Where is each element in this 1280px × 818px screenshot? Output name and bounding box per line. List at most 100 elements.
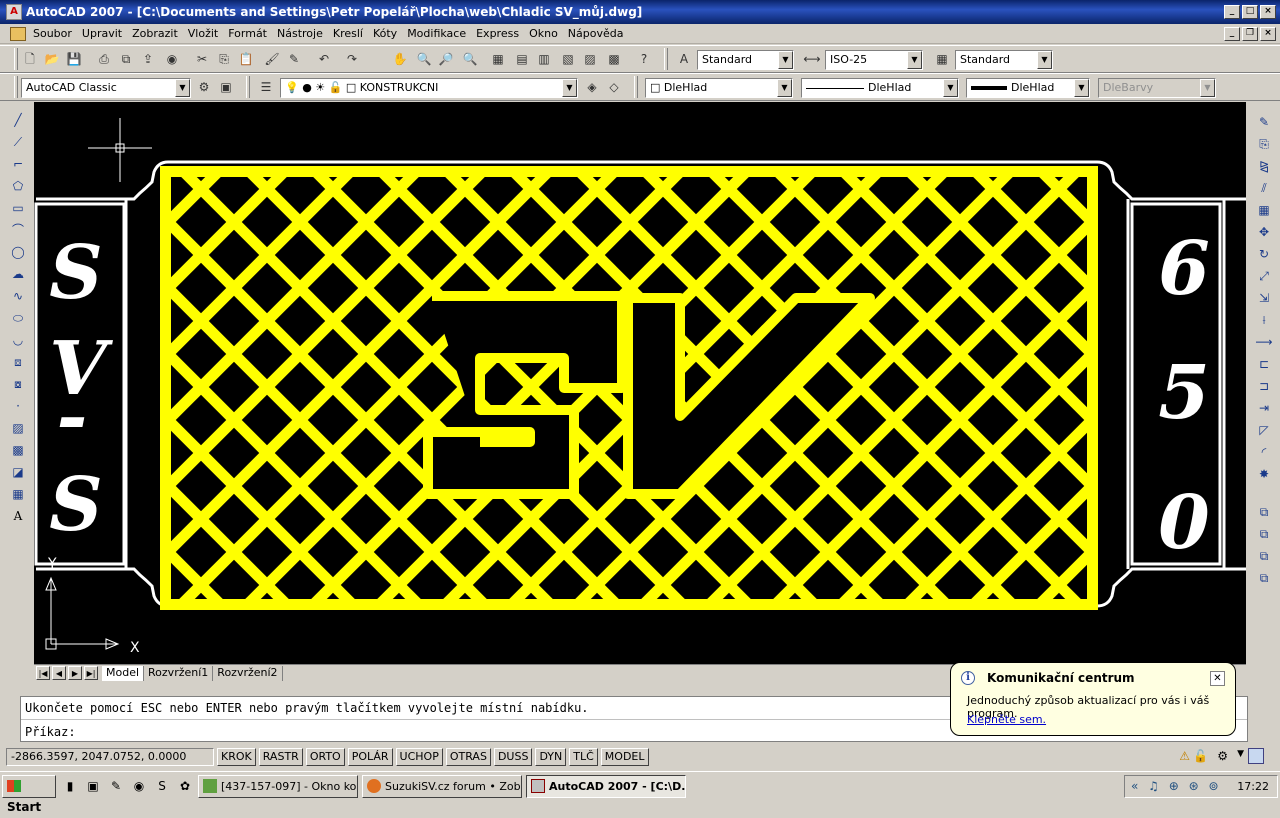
dyn-toggle[interactable]: DYN [535, 748, 567, 766]
properties-icon[interactable]: ▦ [488, 49, 508, 69]
quicklaunch-media-icon[interactable]: ◉ [130, 777, 148, 795]
redo-icon[interactable]: ↷ [342, 49, 362, 69]
maximize-button[interactable]: □ [1242, 5, 1258, 19]
menu-express[interactable]: Express [471, 27, 524, 40]
make-layer-current-icon[interactable]: ◈ [582, 77, 602, 97]
task-autocad[interactable]: AutoCAD 2007 - [C:\D... [526, 774, 686, 798]
break-at-point-icon[interactable]: ⊏ [1254, 354, 1274, 374]
quicklaunch-desktop-icon[interactable]: ▣ [84, 777, 102, 795]
ortho-toggle[interactable]: ORTO [305, 748, 345, 766]
prev-tab-button[interactable]: ◀ [52, 666, 66, 680]
multiline-text-icon[interactable]: A [8, 506, 28, 526]
quicklaunch-app-icon[interactable]: ▮ [61, 777, 79, 795]
menu-koty[interactable]: Kóty [368, 27, 402, 40]
circle-icon[interactable]: ◯ [8, 242, 28, 262]
dim-style-select[interactable]: ISO-25 ▼ [825, 50, 923, 70]
menu-napoveda[interactable]: Nápověda [563, 27, 629, 40]
calculator-icon[interactable]: ▩ [604, 49, 624, 69]
move-icon[interactable]: ✥ [1254, 222, 1274, 242]
clock[interactable]: 17:22 [1237, 780, 1269, 793]
doc-restore-button[interactable]: ❐ [1242, 27, 1258, 41]
doc-minimize-button[interactable]: _ [1224, 27, 1240, 41]
draw-order-back-icon[interactable]: ⧉ [1254, 524, 1274, 544]
publish-icon[interactable]: ⇪ [138, 49, 158, 69]
close-button[interactable]: × [1260, 5, 1276, 19]
task-firefox-forum[interactable]: SuzukiSV.cz forum • Zobr... [362, 774, 522, 798]
tab-rozvrzeni2[interactable]: Rozvržení2 [213, 665, 283, 681]
toolbar-grip[interactable] [246, 76, 250, 98]
minimize-button[interactable]: _ [1224, 5, 1240, 19]
lwt-toggle[interactable]: TLČ [569, 748, 598, 766]
autocad-app-icon[interactable]: A [6, 4, 22, 20]
toolbar-grip[interactable] [14, 48, 18, 70]
polar-toggle[interactable]: POLÁR [347, 748, 393, 766]
ellipse-arc-icon[interactable]: ◡ [8, 330, 28, 350]
explode-icon[interactable]: ✸ [1254, 464, 1274, 484]
plot-preview-icon[interactable]: ⧉ [116, 49, 136, 69]
trim-icon[interactable]: ⟊ [1254, 310, 1274, 330]
tab-model[interactable]: Model [102, 665, 145, 681]
paste-icon[interactable]: 📋 [236, 49, 256, 69]
break-icon[interactable]: ⊐ [1254, 376, 1274, 396]
chamfer-icon[interactable]: ◸ [1254, 420, 1274, 440]
ducs-toggle[interactable]: DUSS [493, 748, 533, 766]
fillet-icon[interactable]: ◜ [1254, 442, 1274, 462]
menu-vlozit[interactable]: Vložit [183, 27, 223, 40]
grid-toggle[interactable]: RASTR [258, 748, 303, 766]
workspace-select[interactable]: AutoCAD Classic ▼ [21, 78, 191, 98]
table-style-icon[interactable]: ▦ [932, 49, 952, 69]
copy-icon[interactable]: ⎘ [214, 49, 234, 69]
stretch-icon[interactable]: ⇲ [1254, 288, 1274, 308]
line-icon[interactable]: ╱ [8, 110, 28, 130]
doc-close-button[interactable]: × [1260, 27, 1276, 41]
zoom-previous-icon[interactable]: 🔍 [460, 49, 480, 69]
toolbar-grip[interactable] [634, 76, 638, 98]
tab-rozvrzeni1[interactable]: Rozvržení1 [144, 665, 214, 681]
block-editor-icon[interactable]: ✎ [284, 49, 304, 69]
insert-block-icon[interactable]: ⧈ [8, 352, 28, 372]
menu-soubor[interactable]: Soubor [28, 27, 77, 40]
color-select[interactable]: □ DleHlad ▼ [645, 78, 793, 98]
otrack-toggle[interactable]: OTRAS [445, 748, 491, 766]
polyline-icon[interactable]: ⌐ [8, 154, 28, 174]
arc-icon[interactable]: ⌒ [8, 220, 28, 240]
last-tab-button[interactable]: ▶| [84, 666, 98, 680]
point-icon[interactable]: · [8, 396, 28, 416]
toolbar-grip[interactable] [664, 48, 668, 70]
balloon-link[interactable]: Klepněte sem. [967, 713, 1046, 726]
layer-properties-icon[interactable]: ☰ [256, 77, 276, 97]
polygon-icon[interactable]: ⬠ [8, 176, 28, 196]
match-properties-icon[interactable]: 🖌 [262, 49, 282, 69]
plot-icon[interactable]: ⎙ [94, 49, 114, 69]
sheet-set-icon[interactable]: ▧ [558, 49, 578, 69]
tool-palettes-icon[interactable]: ▥ [534, 49, 554, 69]
rotate-icon[interactable]: ↻ [1254, 244, 1274, 264]
region-icon[interactable]: ◪ [8, 462, 28, 482]
mirror-icon[interactable]: ⧎ [1254, 156, 1274, 176]
quicklaunch-tool-icon[interactable]: ✎ [107, 777, 125, 795]
send-under-icon[interactable]: ⧉ [1254, 568, 1274, 588]
make-block-icon[interactable]: ⧇ [8, 374, 28, 394]
layer-previous-icon[interactable]: ◇ [604, 77, 624, 97]
status-menu-arrow-icon[interactable]: ▼ [1237, 749, 1244, 759]
spline-icon[interactable]: ∿ [8, 286, 28, 306]
table-icon[interactable]: ▦ [8, 484, 28, 504]
tray-icons[interactable]: « ♫ ⊕ ⊛ ⊚ [1131, 779, 1222, 793]
new-file-icon[interactable]: 🗋 [20, 49, 40, 69]
bring-above-icon[interactable]: ⧉ [1254, 546, 1274, 566]
join-icon[interactable]: ⇥ [1254, 398, 1274, 418]
lock-icon[interactable]: 🔓 [1193, 749, 1208, 763]
quicklaunch-icq-icon[interactable]: ✿ [176, 777, 194, 795]
zoom-realtime-icon[interactable]: 🔍 [414, 49, 434, 69]
gradient-icon[interactable]: ▩ [8, 440, 28, 460]
menu-zobrazit[interactable]: Zobrazit [127, 27, 183, 40]
markup-icon[interactable]: ▨ [580, 49, 600, 69]
cut-icon[interactable]: ✂ [192, 49, 212, 69]
command-prompt[interactable]: Příkaz: [25, 725, 76, 739]
tray-settings-icon[interactable]: ⚙ [1217, 749, 1228, 763]
next-tab-button[interactable]: ▶ [68, 666, 82, 680]
draw-order-front-icon[interactable]: ⧉ [1254, 502, 1274, 522]
construction-line-icon[interactable]: ⟋ [8, 132, 28, 152]
drawing-area[interactable]: S V - S 6 5 0 X Y [34, 102, 1246, 664]
balloon-close-button[interactable]: ✕ [1210, 671, 1225, 686]
